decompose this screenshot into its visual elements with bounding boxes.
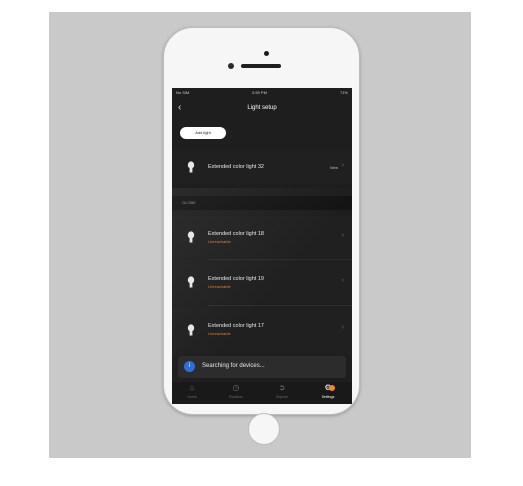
section-header: GLOBE bbox=[172, 196, 352, 210]
chevron-right-icon: › bbox=[341, 324, 344, 331]
nav-bar: ‹ Light setup bbox=[172, 98, 352, 122]
notification-dot bbox=[329, 385, 335, 391]
tab-explore[interactable]: ➲ Explore bbox=[262, 383, 302, 400]
search-status-bar: i Searching for devices... bbox=[178, 356, 346, 378]
light-status: Unreachable bbox=[208, 284, 231, 289]
carrier-text: No SIM bbox=[176, 90, 190, 95]
home-icon: ⌂ bbox=[189, 383, 195, 392]
bulb-icon bbox=[187, 276, 195, 288]
tab-bar: ⌂ Home ◷ Routines ➲ Explore ⚙ Settings bbox=[172, 382, 352, 404]
app-screen: No SIM 2:59 PM 71% ‹ Light setup Add lig… bbox=[172, 88, 352, 404]
list-item[interactable]: Extended color light 18 Unreachable › bbox=[172, 216, 352, 258]
battery-text: 71% bbox=[339, 90, 348, 95]
light-status: Unreachable bbox=[208, 239, 231, 244]
search-status-text: Searching for devices... bbox=[202, 363, 265, 369]
bulb-icon bbox=[187, 324, 195, 336]
bulb-icon bbox=[187, 161, 195, 173]
tab-label: Settings bbox=[321, 395, 335, 399]
front-camera-icon bbox=[228, 63, 234, 69]
add-light-button[interactable]: Add light bbox=[180, 127, 226, 139]
light-name: Extended color light 19 bbox=[208, 276, 264, 282]
info-icon: i bbox=[184, 361, 195, 372]
camera-icon bbox=[264, 51, 269, 56]
chevron-right-icon: › bbox=[341, 232, 344, 239]
list-item[interactable]: Extended color light 19 Unreachable › bbox=[172, 260, 352, 304]
tab-routines[interactable]: ◷ Routines bbox=[216, 383, 256, 400]
home-button[interactable] bbox=[248, 413, 280, 445]
tab-settings[interactable]: ⚙ Settings bbox=[308, 384, 348, 400]
light-status: Unreachable bbox=[208, 331, 231, 336]
list-item-new-light[interactable]: Extended color light 32 New › bbox=[172, 150, 352, 184]
compass-icon: ➲ bbox=[278, 383, 286, 392]
bulb-icon bbox=[187, 231, 195, 243]
light-name: Extended color light 17 bbox=[208, 323, 264, 329]
status-bar: No SIM 2:59 PM 71% bbox=[172, 88, 352, 98]
list-item[interactable]: Extended color light 17 Unreachable › bbox=[172, 306, 352, 354]
light-name: Extended color light 18 bbox=[208, 231, 264, 237]
tab-label: Routines bbox=[229, 395, 243, 399]
new-badge: New bbox=[329, 165, 338, 170]
speaker-grille bbox=[241, 64, 281, 68]
page-title: Light setup bbox=[247, 105, 277, 111]
clock-icon: ◷ bbox=[232, 383, 240, 392]
tab-home[interactable]: ⌂ Home bbox=[172, 383, 212, 400]
light-name: Extended color light 32 bbox=[208, 164, 264, 170]
tab-label: Home bbox=[187, 395, 197, 399]
tab-label: Explore bbox=[276, 395, 288, 399]
chevron-right-icon: › bbox=[341, 277, 344, 284]
chevron-right-icon: › bbox=[341, 162, 344, 169]
section-label: GLOBE bbox=[182, 200, 196, 205]
time-text: 2:59 PM bbox=[252, 90, 267, 95]
